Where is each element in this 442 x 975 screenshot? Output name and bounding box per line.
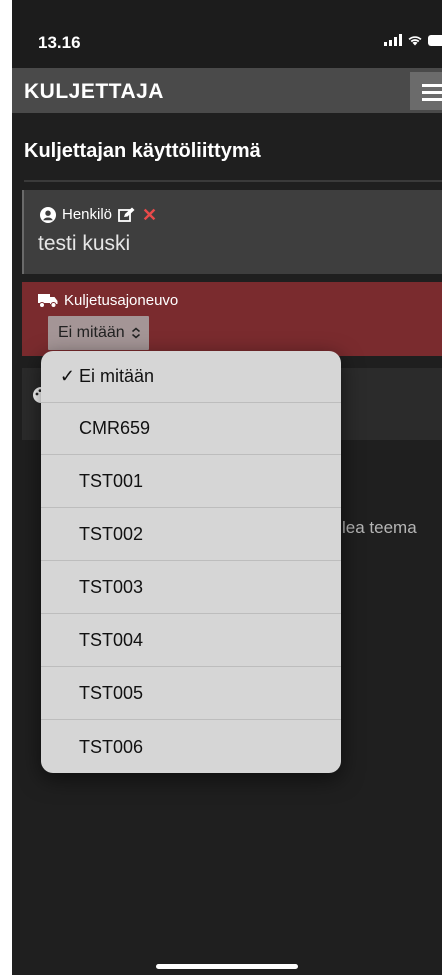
vehicle-label: Kuljetusajoneuvo <box>64 292 179 309</box>
user-circle-icon <box>40 206 56 223</box>
vehicle-card: Kuljetusajoneuvo Ei mitään <box>22 282 442 356</box>
app-title: KULJETTAJA <box>24 80 164 103</box>
option-label: CMR659 <box>79 418 151 438</box>
dropdown-option[interactable]: ✓ Ei mitään <box>41 351 341 403</box>
option-label: Ei mitään <box>79 366 155 386</box>
dropdown-option[interactable]: TST001 <box>41 456 341 508</box>
dropdown-option[interactable]: CMR659 <box>41 403 341 455</box>
option-label: TST003 <box>79 577 144 597</box>
option-label: TST004 <box>79 630 144 650</box>
truck-icon <box>38 294 58 308</box>
home-indicator[interactable] <box>156 964 298 969</box>
page-title: Kuljettajan käyttöliittymä <box>24 140 261 162</box>
status-icons <box>384 34 442 46</box>
signal-icon <box>384 34 402 46</box>
vehicle-selected-value: Ei mitään <box>58 324 125 341</box>
checkmark-icon: ✓ <box>59 366 75 386</box>
menu-button[interactable] <box>410 72 442 110</box>
status-time: 13.16 <box>38 33 81 52</box>
title-divider <box>24 180 442 182</box>
vehicle-select[interactable]: Ei mitään <box>48 316 149 350</box>
person-card: Henkilö ✕ testi kuski <box>22 190 442 274</box>
person-name: testi kuski <box>38 232 131 255</box>
app-screen: 13.16 KULJETTAJA Kuljettajan käyttöliitt… <box>12 0 442 975</box>
option-label: TST002 <box>79 524 144 544</box>
option-label: TST001 <box>79 471 144 491</box>
dropdown-option[interactable]: TST005 <box>41 668 341 720</box>
dropdown-option[interactable]: TST006 <box>41 721 341 773</box>
theme-text: lea teema <box>342 518 417 537</box>
vehicle-dropdown-popover: ✓ Ei mitään CMR659 TST001 TST002 TST003 … <box>41 351 341 773</box>
close-icon[interactable]: ✕ <box>142 206 157 224</box>
vehicle-header: Kuljetusajoneuvo <box>38 292 178 309</box>
person-header: Henkilö ✕ <box>40 206 157 224</box>
wifi-icon <box>408 36 422 46</box>
person-label: Henkilö <box>62 206 113 223</box>
dropdown-option[interactable]: TST003 <box>41 562 341 614</box>
status-bar: 13.16 <box>12 0 442 68</box>
top-navbar: KULJETTAJA <box>12 68 442 113</box>
edit-icon[interactable] <box>118 207 136 223</box>
option-label: TST005 <box>79 683 144 703</box>
chevron-updown-icon <box>131 327 140 339</box>
dropdown-option[interactable]: TST002 <box>41 509 341 561</box>
battery-icon <box>428 35 442 46</box>
dropdown-option[interactable]: TST004 <box>41 615 341 667</box>
option-label: TST006 <box>79 736 144 757</box>
